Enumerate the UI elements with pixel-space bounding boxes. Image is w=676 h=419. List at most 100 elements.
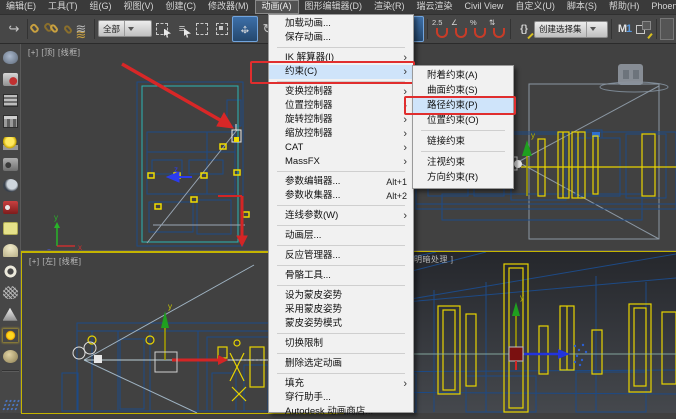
sphere-icon[interactable] [3,350,18,363]
animation-menu-separator [277,285,405,286]
constraints-submenu-item-0[interactable]: 附着约束(A) [413,68,513,83]
animation-menu-item-label: 采用蒙皮姿势 [285,303,342,317]
panel-icon[interactable] [3,94,18,107]
animation-menu-item-10[interactable]: CAT› [269,141,413,155]
animation-menu-item-6[interactable]: 变换控制器› [269,85,413,99]
window-crossing-icon[interactable] [212,18,232,40]
viewport-left-label[interactable]: [+] [左] [线框] [29,256,81,267]
viewport-top-label[interactable]: [+] [顶] [线框] [28,47,80,58]
animation-menu-item-34[interactable]: Autodesk 动画商店... [269,405,413,419]
animation-menu-item-9[interactable]: 缩放控制器› [269,127,413,141]
menubar-item-1[interactable]: 工具(T) [42,0,84,14]
menubar-item-12[interactable]: 脚本(S) [561,0,603,14]
animation-menu-item-label: 穿行助手... [285,391,331,405]
schedule-table-icon[interactable] [3,115,18,128]
shortcut-label: Alt+2 [386,189,407,203]
select-by-name-icon[interactable]: ≡ [172,18,192,40]
marquee-glyph [196,23,208,35]
animation-menu-item-0[interactable]: 加载动画... [269,17,413,31]
menubar-item-0[interactable]: 编辑(E) [0,0,42,14]
menubar-item-11[interactable]: 自定义(U) [509,0,561,14]
unlink-selection-icon[interactable] [51,18,71,40]
menubar-item-8[interactable]: 渲染(R) [368,0,411,14]
sun-icon[interactable] [3,329,18,342]
dome-icon[interactable] [3,244,18,257]
animation-menu-item-label: IK 解算器(I) [285,51,334,65]
menubar-item-4[interactable]: 创建(C) [160,0,203,14]
ring-icon[interactable] [3,265,18,278]
constraints-submenu-item-3[interactable]: 位置约束(O) [413,113,513,128]
particle-spray-icon[interactable] [3,378,18,391]
menubar-item-14[interactable]: Phoenix FD [645,0,676,14]
viewport-perspective-label[interactable]: 明暗处理 ] [414,254,453,265]
material-window-icon[interactable] [3,73,18,86]
animation-menu-item-26[interactable]: 蒙皮姿势模式 [269,317,413,331]
align-icon[interactable] [635,20,653,38]
animation-menu-item-label: MassFX [285,155,320,169]
animation-menu-item-30[interactable]: 删除选定动画 [269,357,413,371]
edit-named-selection-sets-icon[interactable]: {} [514,18,534,40]
menubar-item-2[interactable]: 组(G) [84,0,118,14]
animation-menu-item-3[interactable]: IK 解算器(I)› [269,51,413,65]
select-object-icon[interactable] [152,18,172,40]
constraints-submenu-item-5[interactable]: 链接约束 [413,134,513,149]
animation-menu-item-7[interactable]: 位置控制器› [269,99,413,113]
animation-menu-item-11[interactable]: MassFX› [269,155,413,169]
constraints-submenu-item-8[interactable]: 方向约束(R) [413,170,513,185]
select-and-link-icon[interactable] [31,18,51,40]
rect-selection-region-icon[interactable] [192,18,212,40]
animation-menu-item-28[interactable]: 切换限制 [269,337,413,351]
menubar-item-9[interactable]: 瑞云渲染 [411,0,459,14]
animation-menu-item-32[interactable]: 填充› [269,377,413,391]
spinner-snap-icon[interactable]: ⇅ [488,18,507,40]
light-bulb-icon[interactable] [3,137,18,150]
3dsmax-window: { "colors": { "accent_blue": "#3d6fa8", … [0,0,676,413]
shaded-sphere-icon[interactable] [3,179,18,192]
animation-menu-item-25[interactable]: 采用蒙皮姿势 [269,303,413,317]
selection-filter-dropdown[interactable]: 全部 [98,20,152,37]
teapot-icon[interactable] [3,51,18,64]
constraints-submenu-item-7[interactable]: 注视约束 [413,155,513,170]
constraints-submenu-item-2[interactable]: 路径约束(P) [413,98,513,113]
menubar-item-13[interactable]: 帮助(H) [603,0,646,14]
menubar-item-3[interactable]: 视图(V) [118,0,160,14]
animation-menu-item-22[interactable]: 骨骼工具... [269,269,413,283]
select-and-move-icon[interactable]: ↔↕ [232,16,258,42]
menubar-item-10[interactable]: Civil View [459,0,510,14]
animation-menu-item-label: 设为蒙皮姿势 [285,289,342,303]
redo-icon[interactable]: ↪ [4,18,24,40]
animation-menu-item-18[interactable]: 动画层... [269,229,413,243]
menubar-item-6[interactable]: 动画(A) [255,0,299,14]
animation-menu-item-13[interactable]: 参数编辑器...Alt+1 [269,175,413,189]
constraints-submenu-item-1[interactable]: 曲面约束(S) [413,83,513,98]
animation-menu-item-33[interactable]: 穿行助手... [269,391,413,405]
bind-to-space-warp-icon[interactable]: ≋ [71,18,91,40]
named-sets-dropdown[interactable]: 创建选择集 [534,21,608,38]
magnet-glyph [493,28,505,38]
atoms-icon[interactable] [0,399,19,412]
animation-menu-item-8[interactable]: 旋转控制器› [269,113,413,127]
wire-teapot-icon[interactable] [3,286,18,299]
animation-menu-item-16[interactable]: 连线参数(W)› [269,209,413,223]
clipped-toolbar-icon[interactable] [660,18,674,40]
animation-menu-item-14[interactable]: 参数收集器...Alt+2 [269,189,413,203]
angle-snap-label: ∠ [451,18,458,27]
angle-snap-icon[interactable]: ∠ [450,18,469,40]
animation-menu-item-24[interactable]: 设为蒙皮姿势 [269,289,413,303]
menubar-item-5[interactable]: 修改器(M) [202,0,255,14]
animation-menu-item-20[interactable]: 反应管理器... [269,249,413,263]
cone-icon[interactable] [3,308,18,321]
animation-menu-item-4[interactable]: 约束(C)› [269,65,413,79]
camera-icon[interactable] [3,158,18,171]
mirror-icon[interactable]: M1 [615,18,635,40]
percent-snap-icon[interactable]: % [469,18,488,40]
animation-menu-item-label: 切换限制 [285,337,323,351]
plane-icon[interactable] [3,222,18,235]
cursor-glyph [184,29,191,38]
snap-toggle-icon[interactable]: 2.5 [431,18,450,40]
video-camera-icon[interactable] [3,201,18,214]
svg-text:z: z [174,165,178,174]
animation-menu-item-1[interactable]: 保存动画... [269,31,413,45]
menubar-item-7[interactable]: 图形编辑器(D) [299,0,369,14]
animation-menu-separator [277,47,405,48]
